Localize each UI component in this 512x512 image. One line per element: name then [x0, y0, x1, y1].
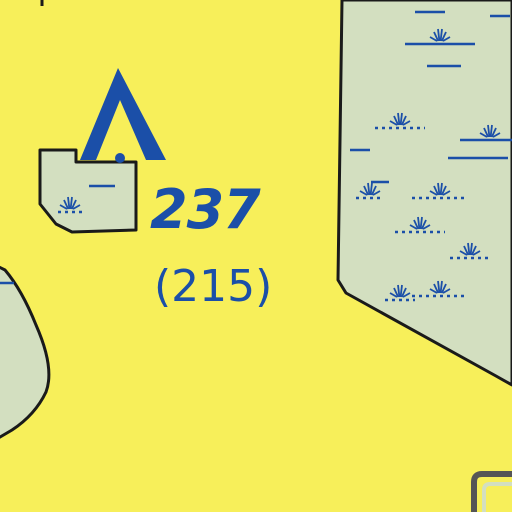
spot-elevation-label: 237 — [150, 178, 261, 241]
topographic-map: 237 (215) — [0, 0, 512, 512]
map-canvas — [0, 0, 512, 512]
summit-point-icon — [115, 153, 125, 163]
spot-elevation-alternate-label: (215) — [154, 261, 273, 312]
